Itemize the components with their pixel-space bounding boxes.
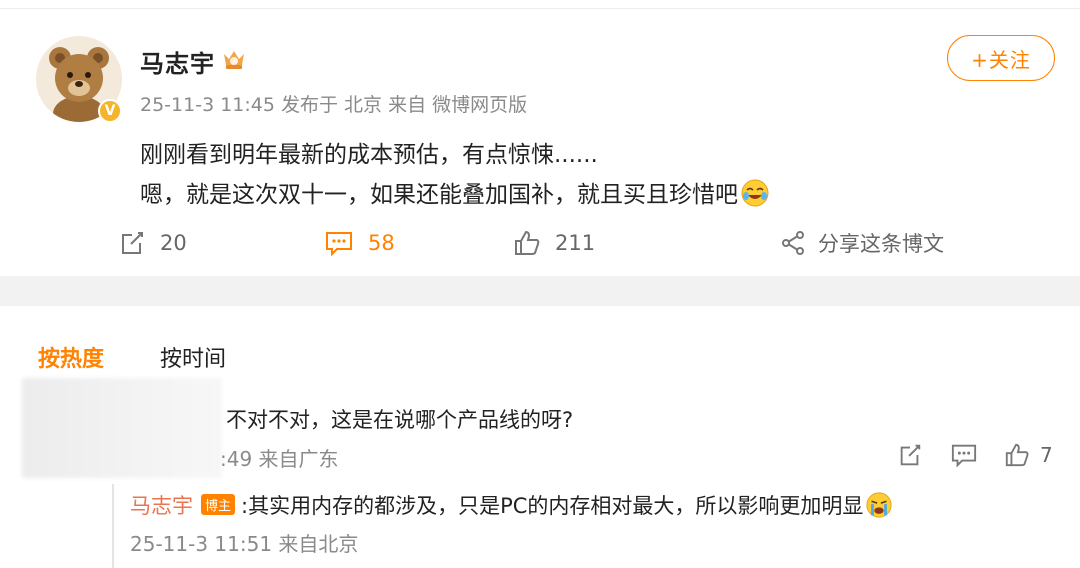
share-label: 分享这条博文: [818, 232, 944, 256]
comment-repost-icon[interactable]: [897, 442, 923, 468]
comment-action[interactable]: 58: [324, 228, 395, 258]
crown-badge-icon: [224, 51, 244, 69]
author-name[interactable]: 马志宇: [140, 44, 215, 79]
reply: 马志宇 博主:其实用内存的都涉及，只是PC的内存相对最大，所以影响更加明显: [130, 490, 893, 520]
repost-icon: [122, 232, 143, 254]
like-action[interactable]: 211: [513, 228, 595, 258]
comment-like-icon[interactable]: [1004, 442, 1030, 468]
comment-count: 58: [368, 231, 395, 255]
post-text-line-2-content: 嗯，就是这次双十一，如果还能叠加国补，就且买且珍惜吧: [140, 182, 738, 208]
crying-emoji-icon: [866, 492, 893, 518]
thumbs-up-icon: [515, 230, 540, 255]
divider: [0, 8, 1080, 9]
tab-sort-time[interactable]: 按时间: [160, 341, 226, 373]
comment-text: 不对不对，这是在说哪个产品线的呀?: [226, 408, 574, 432]
blurred-commenter: [22, 378, 222, 478]
post-text-line-2: 嗯，就是这次双十一，如果还能叠加国补，就且买且珍惜吧: [140, 175, 770, 209]
comment-reply-icon[interactable]: [950, 442, 978, 468]
post-text-line-1: 刚刚看到明年最新的成本预估，有点惊悚......: [140, 142, 598, 168]
tab-sort-hot[interactable]: 按热度: [38, 341, 104, 373]
author-badge: 博主: [201, 494, 236, 515]
post-meta: 25-11-3 11:45 发布于 北京 来自 微博网页版: [140, 94, 528, 116]
verified-badge-label: V: [104, 103, 116, 119]
reply-thread-line: [112, 484, 114, 568]
repost-count: 20: [160, 231, 187, 255]
repost-action[interactable]: 20: [118, 228, 187, 258]
reply-text: :其实用内存的都涉及，只是PC的内存相对最大，所以影响更加明显: [241, 494, 864, 518]
comment-meta: :49 来自广东: [220, 447, 339, 471]
share-icon: [782, 231, 804, 255]
reply-meta: 25-11-3 11:51 来自北京: [130, 532, 359, 556]
comment-icon: [326, 232, 352, 257]
comment-like-count: 7: [1040, 443, 1053, 467]
laugh-cry-emoji-icon: [741, 179, 769, 207]
verified-badge: V: [98, 99, 122, 123]
share-action[interactable]: 分享这条博文: [780, 228, 944, 258]
reply-author[interactable]: 马志宇: [130, 494, 193, 518]
follow-button[interactable]: +关注: [947, 35, 1055, 81]
like-count: 211: [555, 231, 596, 255]
